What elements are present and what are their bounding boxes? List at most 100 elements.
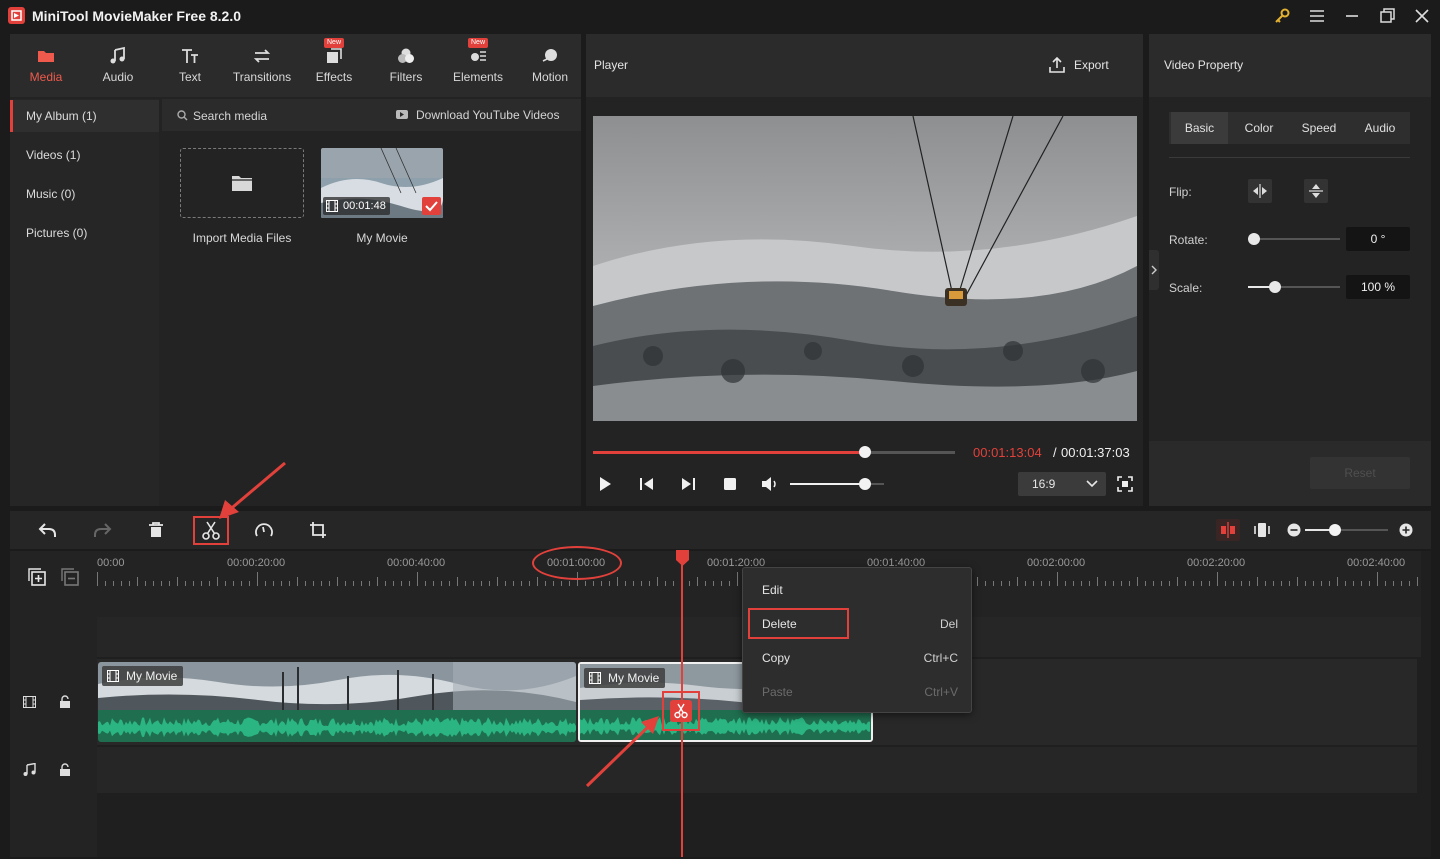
split-marker-button[interactable] <box>670 700 692 722</box>
audio-track-icon <box>23 763 36 776</box>
media-clip-name: My Movie <box>356 231 408 245</box>
next-frame-icon[interactable] <box>680 476 696 492</box>
reset-button[interactable]: Reset <box>1310 457 1410 489</box>
speed-icon[interactable] <box>254 521 274 539</box>
aspect-ratio-value: 16:9 <box>1032 477 1056 491</box>
playhead-handle[interactable] <box>676 550 689 566</box>
stop-icon[interactable] <box>723 477 737 491</box>
tab-transitions[interactable]: Transitions <box>227 36 297 96</box>
tab-basic[interactable]: Basic <box>1171 112 1228 144</box>
scale-label: Scale: <box>1169 281 1203 295</box>
sidebar-item-pictures[interactable]: Pictures (0) <box>10 217 159 249</box>
fullscreen-icon[interactable] <box>1117 476 1133 492</box>
menu-item-paste[interactable]: Paste Ctrl+V <box>744 676 970 706</box>
close-icon[interactable] <box>1412 6 1432 26</box>
flip-horizontal-button[interactable] <box>1248 179 1272 203</box>
tab-audio-property[interactable]: Audio <box>1350 112 1410 144</box>
search-input[interactable]: Search media <box>193 109 267 123</box>
aspect-ratio-select[interactable]: 16:9 <box>1018 472 1106 496</box>
media-thumbnail[interactable]: 00:01:48 <box>321 148 443 218</box>
player-progress-fill <box>593 451 865 454</box>
play-icon[interactable] <box>597 476 613 492</box>
tab-elements[interactable]: New Elements <box>443 36 513 96</box>
key-icon[interactable] <box>1272 6 1292 26</box>
search-icon <box>177 110 188 121</box>
menu-icon[interactable] <box>1307 6 1327 26</box>
highlight-ellipse <box>532 546 622 580</box>
audio-track[interactable] <box>97 747 1417 793</box>
tab-media[interactable]: Media <box>11 36 81 96</box>
download-youtube-button[interactable]: Download YouTube Videos <box>416 108 559 122</box>
scissors-icon <box>674 703 688 719</box>
crop-icon[interactable] <box>309 521 327 539</box>
remove-track-icon[interactable] <box>61 568 79 586</box>
tab-effects[interactable]: New Effects <box>299 36 369 96</box>
chevron-down-icon <box>1086 480 1098 488</box>
flip-horizontal-icon <box>1253 184 1267 198</box>
zoom-slider-handle[interactable] <box>1329 524 1341 536</box>
download-icon <box>395 109 409 121</box>
player-progress-track[interactable] <box>593 451 955 454</box>
player-progress-handle[interactable] <box>858 446 871 458</box>
zoom-in-icon[interactable] <box>1399 523 1413 537</box>
app-title: MiniTool MovieMaker Free 8.2.0 <box>32 8 242 24</box>
tab-text[interactable]: Text <box>155 36 225 96</box>
lock-icon[interactable] <box>59 763 71 777</box>
delete-icon[interactable] <box>147 521 165 539</box>
transitions-icon <box>253 49 271 63</box>
film-icon <box>107 670 119 682</box>
checkmark-icon <box>422 197 441 215</box>
snap-button[interactable] <box>1216 519 1240 541</box>
fit-timeline-icon[interactable] <box>1253 521 1271 539</box>
film-icon <box>589 672 601 684</box>
sidebar-item-my-album[interactable]: My Album (1) <box>10 100 159 132</box>
zoom-out-icon[interactable] <box>1287 523 1301 537</box>
tab-filters[interactable]: Filters <box>371 36 441 96</box>
total-time: 00:01:37:03 <box>1061 445 1130 460</box>
scale-value[interactable]: 100 % <box>1346 275 1410 299</box>
shortcut-label: Ctrl+V <box>924 685 958 699</box>
maximize-icon[interactable] <box>1377 6 1397 26</box>
undo-icon[interactable] <box>38 521 58 539</box>
lock-icon[interactable] <box>59 695 71 709</box>
property-title: Video Property <box>1164 58 1244 72</box>
timeline-clip[interactable]: My Movie <box>98 662 576 742</box>
flip-vertical-button[interactable] <box>1304 179 1328 203</box>
divider <box>1169 157 1410 158</box>
ruler-label: 00:00 <box>97 557 125 569</box>
ruler-label: 00:02:00:00 <box>1027 557 1086 569</box>
tab-color[interactable]: Color <box>1230 112 1288 144</box>
elements-icon <box>471 51 486 61</box>
add-track-icon[interactable] <box>28 568 46 586</box>
previous-frame-icon[interactable] <box>639 476 655 492</box>
menu-item-edit[interactable]: Edit <box>744 574 970 604</box>
minimize-icon[interactable] <box>1342 6 1362 26</box>
volume-icon[interactable] <box>761 476 779 492</box>
annotation-arrow <box>219 461 286 519</box>
sidebar-item-videos[interactable]: Videos (1) <box>10 139 159 171</box>
new-badge: New <box>323 38 345 48</box>
property-panel <box>1149 34 1431 506</box>
rotate-slider-handle[interactable] <box>1248 233 1260 245</box>
tab-speed[interactable]: Speed <box>1290 112 1348 144</box>
menu-item-copy[interactable]: Copy Ctrl+C <box>744 642 970 672</box>
app-logo-icon <box>8 7 25 24</box>
tab-motion[interactable]: Motion <box>515 36 585 96</box>
zoom-slider[interactable] <box>1305 529 1388 531</box>
sidebar-item-music[interactable]: Music (0) <box>10 178 159 210</box>
scale-slider[interactable] <box>1248 286 1340 288</box>
collapse-panel-button[interactable] <box>1149 250 1159 290</box>
rotate-slider[interactable] <box>1254 238 1340 240</box>
annotation-arrow <box>585 716 659 788</box>
scale-slider-handle[interactable] <box>1269 281 1281 293</box>
ruler-label: 00:02:20:00 <box>1187 557 1246 569</box>
ruler-label: 00:02:40:00 <box>1347 557 1406 569</box>
video-frame-image <box>593 116 1137 421</box>
tab-audio[interactable]: Audio <box>83 36 153 96</box>
menu-item-delete[interactable]: Delete Del <box>744 608 970 638</box>
rotate-value[interactable]: 0 ° <box>1346 227 1410 251</box>
import-media-button[interactable] <box>180 148 304 218</box>
export-button[interactable]: Export <box>1074 58 1109 72</box>
redo-icon[interactable] <box>92 521 112 539</box>
video-track-icon <box>23 696 36 708</box>
